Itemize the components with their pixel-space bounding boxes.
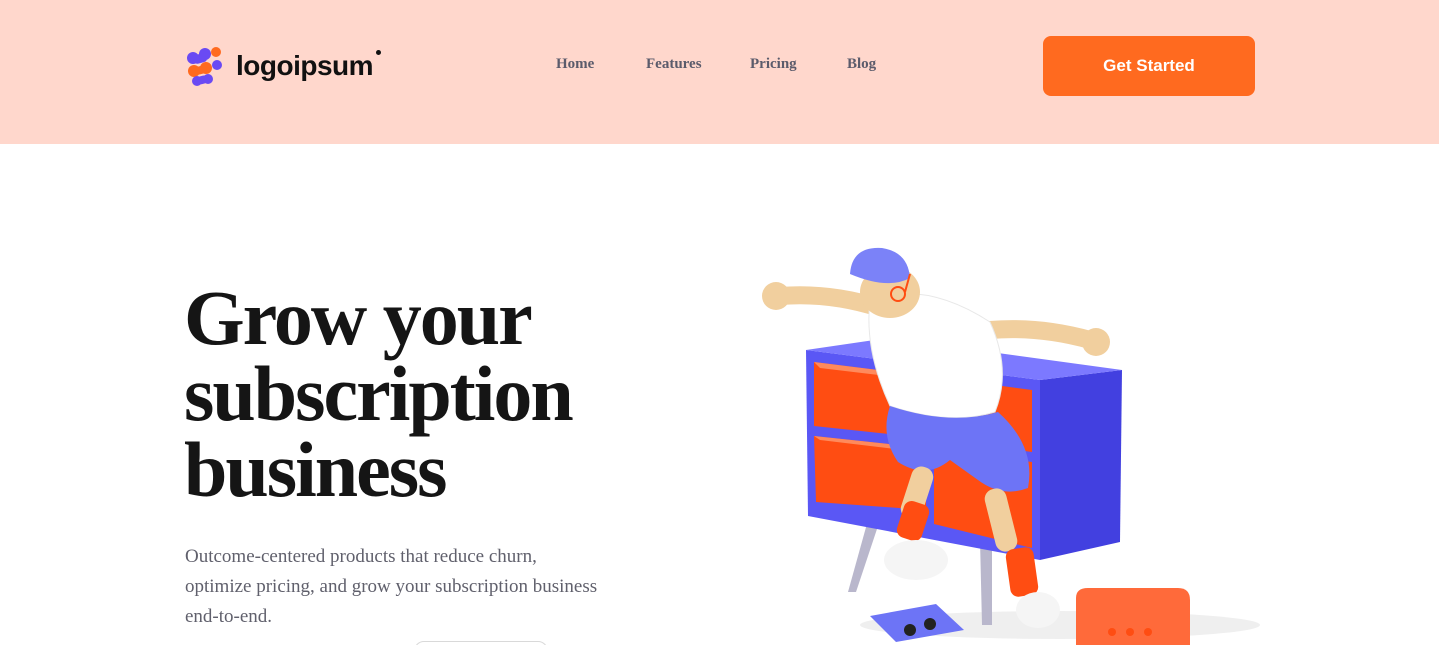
logo[interactable]: logoipsum <box>184 44 382 88</box>
logo-dot <box>376 50 382 55</box>
nav-link-pricing[interactable]: Pricing <box>750 56 797 73</box>
hero-title: Grow your subscription business <box>184 274 574 513</box>
nav-link-blog[interactable]: Blog <box>847 56 876 73</box>
get-started-button[interactable]: Get Started <box>1043 36 1255 96</box>
nav-link-features[interactable]: Features <box>646 56 702 73</box>
skater-illustration <box>740 230 1260 645</box>
logo-text: logoipsum <box>236 50 374 81</box>
hero-action-button[interactable] <box>414 641 548 645</box>
skater-illustration-svg <box>762 247 1260 645</box>
nav-link-home[interactable]: Home <box>556 56 594 73</box>
site-header: logoipsum Home Features Pricing Blog Get… <box>0 0 1439 144</box>
hero-subtitle: Outcome-centered products that reduce ch… <box>185 546 598 627</box>
logo-mark-icon <box>184 45 226 87</box>
